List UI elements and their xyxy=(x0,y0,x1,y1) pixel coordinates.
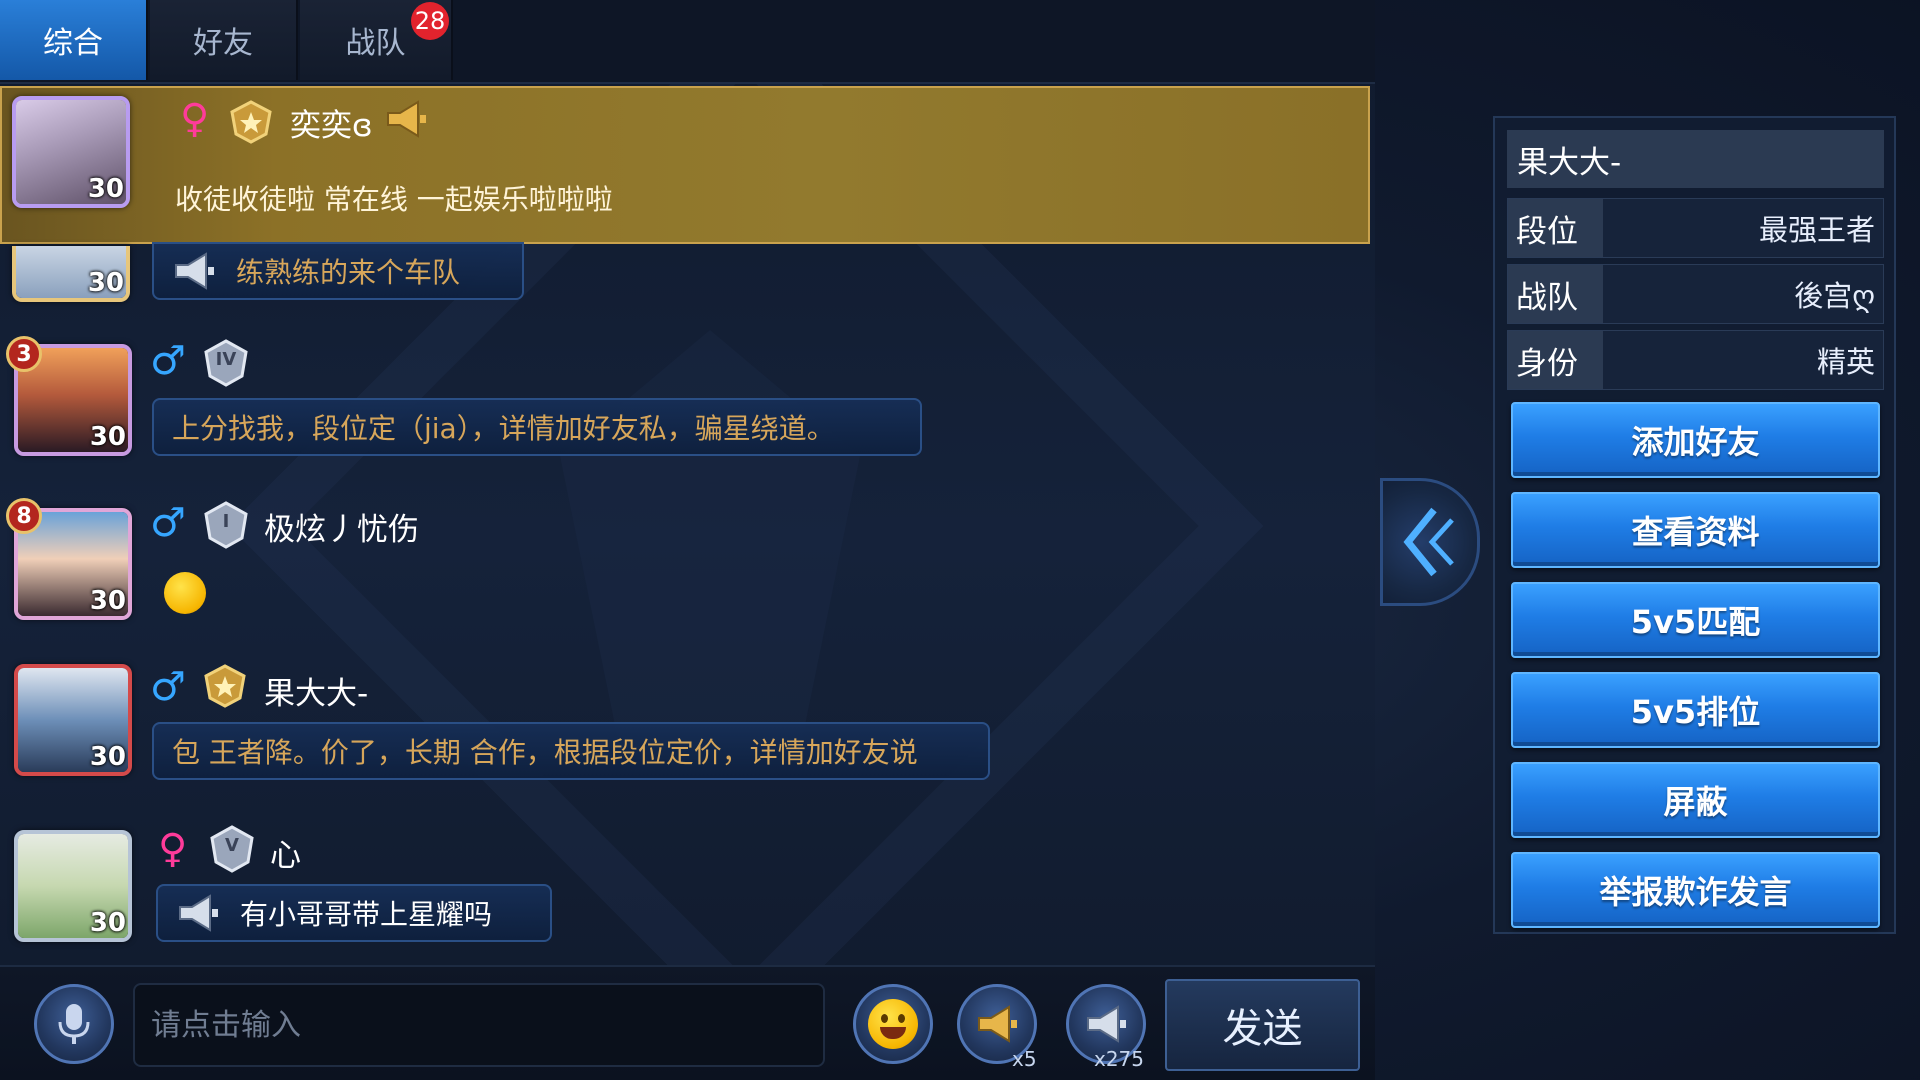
tab-team-label: 战队 xyxy=(345,26,406,61)
info-label: 战队 xyxy=(1508,265,1603,323)
speaker-icon xyxy=(175,252,214,290)
username[interactable]: 果大大- xyxy=(264,668,368,713)
message-bubble: 上分找我，段位定（jia），详情加好友私，骗星绕道。 xyxy=(152,398,922,456)
input-bar: x5 x275 发送 xyxy=(0,965,1375,1080)
info-value: 最强王者 xyxy=(1758,213,1875,247)
level-label: 30 xyxy=(89,908,126,938)
tab-friends[interactable]: 好友 xyxy=(150,0,298,80)
unread-badge: 28 xyxy=(411,2,449,40)
info-label: 段位 xyxy=(1508,199,1603,257)
tab-general-label: 综合 xyxy=(43,26,103,61)
microphone-icon xyxy=(58,1004,90,1044)
player-card: 果大大- 段位 最强王者 战队 後宫ღ 身份 精英 添加好友 查看资料 5v5匹… xyxy=(1493,116,1896,934)
add-friend-button[interactable]: 添加好友 xyxy=(1511,402,1880,478)
message-bubble: 练熟练的来个车队 xyxy=(152,242,524,300)
username[interactable]: 极炫丿忧伤 xyxy=(264,504,419,549)
male-icon: ♂ xyxy=(150,664,186,710)
horn-icon xyxy=(387,100,426,138)
avatar[interactable]: 30 xyxy=(14,664,132,776)
tab-bar: 综合 好友 战队 28 xyxy=(0,0,1375,84)
avatar[interactable]: 30 xyxy=(12,246,130,302)
username[interactable]: 心 xyxy=(270,830,301,875)
smiley-icon xyxy=(868,999,918,1049)
tier-label: I xyxy=(222,511,230,532)
tab-friends-label: 好友 xyxy=(193,26,253,61)
collapse-button[interactable] xyxy=(1380,478,1480,606)
double-chevron-left-icon xyxy=(1403,507,1454,577)
silver-horn-icon xyxy=(1087,1005,1126,1043)
message-text: 包 王者降。价了，长期 合作，根据段位定价，详情加好友说 xyxy=(172,736,918,769)
level-label: 30 xyxy=(89,742,126,772)
gold-tier-icon xyxy=(204,664,246,708)
avatar[interactable]: 30 xyxy=(14,830,132,942)
female-icon: ♀ xyxy=(158,826,188,872)
gold-tier-icon xyxy=(230,100,272,144)
silver-tier-icon: IV xyxy=(200,338,252,388)
message-bubble: 有小哥哥带上星耀吗 xyxy=(156,884,552,942)
tab-team[interactable]: 战队 28 xyxy=(300,0,453,80)
female-icon: ♀ xyxy=(180,96,210,142)
emoji-button[interactable] xyxy=(853,984,933,1064)
level-label: 30 xyxy=(87,268,124,298)
speaker-icon xyxy=(179,894,218,932)
view-profile-button[interactable]: 查看资料 xyxy=(1511,492,1880,568)
level-label: 30 xyxy=(89,586,126,616)
silver-tier-icon: I xyxy=(200,500,252,550)
message-bubble: 包 王者降。价了，长期 合作，根据段位定价，详情加好友说 xyxy=(152,722,990,780)
info-row-team: 战队 後宫ღ xyxy=(1507,264,1884,324)
invite-match-button[interactable]: 5v5匹配 xyxy=(1511,582,1880,658)
info-row-rank: 段位 最强王者 xyxy=(1507,198,1884,258)
message-text: 上分找我，段位定（jia），详情加好友私，骗星绕道。 xyxy=(172,412,835,445)
tab-general[interactable]: 综合 xyxy=(0,0,148,80)
block-button[interactable]: 屏蔽 xyxy=(1511,762,1880,838)
avatar[interactable]: 30 xyxy=(12,96,130,208)
gold-horn-icon xyxy=(978,1005,1017,1043)
tier-label: IV xyxy=(215,349,237,370)
level-label: 30 xyxy=(87,174,124,204)
chat-panel: 综合 好友 战队 28 30 ♀ 奕奕ɞ 收徒收徒啦 常在线 一起娱乐啦啦啦 3… xyxy=(0,0,1375,1080)
message-text: 有小哥哥带上星耀吗 xyxy=(240,898,493,931)
player-name: 果大大- xyxy=(1507,130,1884,188)
chat-input[interactable] xyxy=(133,983,825,1067)
send-button[interactable]: 发送 xyxy=(1165,979,1360,1071)
level-label: 30 xyxy=(89,422,126,452)
rank-badge: 3 xyxy=(6,336,42,372)
voice-button[interactable] xyxy=(34,984,114,1064)
small-horn-count: x5 xyxy=(1012,1047,1037,1071)
info-label: 身份 xyxy=(1508,331,1603,389)
username[interactable]: 奕奕ɞ xyxy=(290,100,373,145)
male-icon: ♂ xyxy=(150,338,186,384)
message-text: 练熟练的来个车队 xyxy=(236,256,461,289)
invite-ranked-button[interactable]: 5v5排位 xyxy=(1511,672,1880,748)
info-value: 後宫ღ xyxy=(1794,279,1875,313)
info-row-role: 身份 精英 xyxy=(1507,330,1884,390)
tier-label: V xyxy=(225,835,239,856)
big-horn-count: x275 xyxy=(1094,1047,1145,1071)
male-icon: ♂ xyxy=(150,500,186,546)
emoji-face-icon xyxy=(164,572,206,614)
message-text: 收徒收徒啦 常在线 一起娱乐啦啦啦 xyxy=(175,183,613,216)
rank-badge: 8 xyxy=(6,498,42,534)
info-value: 精英 xyxy=(1816,345,1875,379)
silver-tier-icon: V xyxy=(206,824,258,874)
report-fraud-button[interactable]: 举报欺诈发言 xyxy=(1511,852,1880,928)
